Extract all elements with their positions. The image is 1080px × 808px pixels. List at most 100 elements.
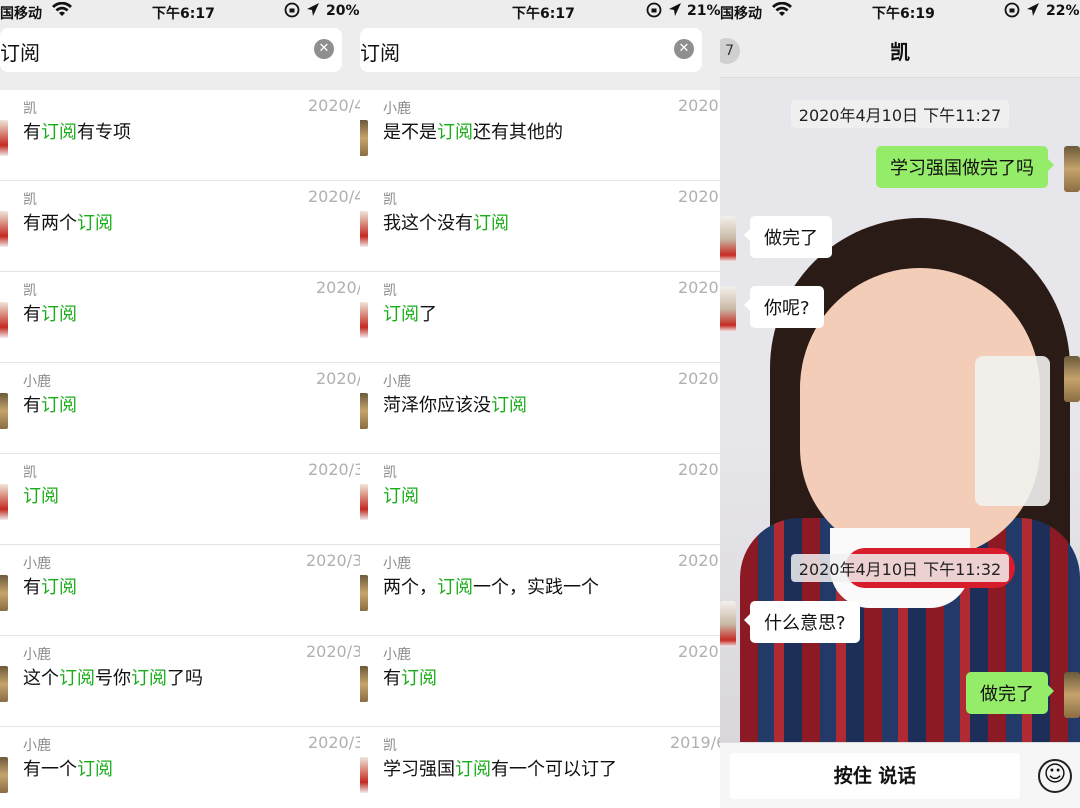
result-row[interactable]: 小鹿 2020 两个，订阅一个，实践一个 — [360, 545, 720, 636]
result-date: 2020 — [678, 460, 719, 479]
result-sender: 小鹿 — [383, 374, 411, 390]
contact-avatar — [360, 302, 368, 338]
chat-panel: 国移动 下午6:19 22% 7 凯 2020年4月10日 下午11:27 学习… — [720, 0, 1080, 808]
clock: 下午6:17 — [512, 6, 575, 22]
clear-search-icon[interactable]: ✕ — [674, 39, 694, 59]
contact-avatar[interactable] — [720, 216, 736, 262]
message-timestamp: 2020年4月10日 下午11:32 — [720, 554, 1080, 582]
result-message: 两个，订阅一个，实践一个 — [383, 577, 599, 598]
message-timestamp: 2020年4月10日 下午11:27 — [720, 100, 1080, 128]
result-message: 有两个订阅 — [23, 213, 113, 234]
result-date: 2020 — [678, 369, 719, 388]
carrier-label: 国移动 — [0, 6, 42, 22]
contact-avatar — [0, 393, 8, 429]
result-sender: 小鹿 — [383, 647, 411, 663]
clock: 下午6:19 — [872, 6, 935, 22]
message-bubble-incoming[interactable]: 什么意思? — [744, 601, 860, 643]
result-sender: 凯 — [383, 465, 397, 481]
result-sender: 凯 — [23, 283, 37, 299]
result-sender: 小鹿 — [383, 556, 411, 572]
search-input[interactable]: 订阅 — [360, 37, 400, 66]
result-row[interactable]: 凯 2020/4 有两个订阅 — [0, 181, 360, 272]
message-bubble-incoming[interactable]: 你呢? — [744, 286, 824, 328]
battery-percent: 22% — [1046, 3, 1080, 19]
smiley-face-icon[interactable]: ☺ — [1038, 759, 1072, 793]
my-avatar[interactable] — [1064, 672, 1080, 718]
chat-header: 7 凯 — [720, 24, 1080, 78]
result-list: 凯 2020/4 有订阅有专项 凯 2020/4 有两个订阅 凯 2020/ 有… — [0, 90, 360, 808]
contact-avatar — [360, 575, 368, 611]
result-row[interactable]: 小鹿 2020/3 有一个订阅 — [0, 727, 360, 808]
location-arrow-icon — [306, 2, 320, 22]
result-row[interactable]: 凯 2020/4 有订阅有专项 — [0, 90, 360, 181]
result-row[interactable]: 小鹿 2020 菏泽你应该没订阅 — [360, 363, 720, 454]
contact-avatar — [360, 757, 368, 793]
result-message: 有订阅 — [23, 577, 77, 598]
contact-avatar[interactable] — [720, 601, 736, 647]
result-row[interactable]: 凯 2019/6 学习强国订阅有一个可以订了 — [360, 727, 720, 808]
result-row[interactable]: 小鹿 2020 有订阅 — [360, 636, 720, 727]
my-avatar[interactable] — [1064, 146, 1080, 192]
result-date: 2020/4 — [308, 96, 360, 115]
result-message: 这个订阅号你订阅了吗 — [23, 668, 203, 689]
result-row[interactable]: 小鹿 2020 是不是订阅还有其他的 — [360, 90, 720, 181]
result-row[interactable]: 凯 2020 我这个没有订阅 — [360, 181, 720, 272]
result-sender: 小鹿 — [23, 374, 51, 390]
search-results-panel-2: 下午6:17 21% 订阅 ✕ 小鹿 2020 是不是订阅还有其他的 凯 202… — [360, 0, 720, 808]
result-date: 2020/ — [316, 369, 360, 388]
search-bar[interactable]: 订阅 ✕ — [0, 28, 342, 72]
chat-input-bar: 按住 说话 ☺ — [720, 742, 1080, 808]
my-avatar[interactable] — [1064, 356, 1080, 402]
clock: 下午6:17 — [152, 6, 215, 22]
result-row[interactable]: 小鹿 2020/3 这个订阅号你订阅了吗 — [0, 636, 360, 727]
result-date: 2020/3 — [306, 551, 360, 570]
result-date: 2020/3 — [308, 733, 360, 752]
result-sender: 小鹿 — [383, 101, 411, 117]
result-row[interactable]: 小鹿 2020/ 有订阅 — [0, 363, 360, 454]
result-sender: 凯 — [23, 192, 37, 208]
contact-avatar[interactable] — [720, 286, 736, 332]
contact-avatar — [360, 666, 368, 702]
result-row[interactable]: 凯 2020/3 订阅 — [0, 454, 360, 545]
chat-background-photo: 2020年4月10日 下午11:27 学习强国做完了吗 做完了 你呢? 2020… — [720, 78, 1080, 742]
location-arrow-icon — [668, 2, 682, 22]
message-bubble-outgoing[interactable]: 做完了 — [966, 672, 1054, 714]
result-message: 订阅 — [23, 486, 59, 507]
result-row[interactable]: 凯 2020/ 有订阅 — [0, 272, 360, 363]
search-input[interactable]: 订阅 — [0, 37, 40, 66]
result-date: 2020 — [678, 551, 719, 570]
result-date: 2020 — [678, 187, 719, 206]
contact-avatar — [0, 575, 8, 611]
result-message: 有订阅 — [23, 304, 77, 325]
result-date: 2020/4 — [308, 187, 360, 206]
result-row[interactable]: 凯 2020 订阅了 — [360, 272, 720, 363]
result-row[interactable]: 小鹿 2020/3 有订阅 — [0, 545, 360, 636]
search-bar[interactable]: 订阅 ✕ — [360, 28, 702, 72]
hold-to-talk-button[interactable]: 按住 说话 — [730, 753, 1020, 799]
result-sender: 凯 — [383, 738, 397, 754]
result-sender: 凯 — [23, 465, 37, 481]
result-date: 2020/ — [316, 278, 360, 297]
rotation-lock-icon — [1004, 2, 1020, 22]
result-date: 2020/3 — [308, 460, 360, 479]
battery-percent: 20% — [326, 3, 360, 19]
message-bubble-incoming[interactable]: 做完了 — [744, 216, 832, 258]
contact-avatar — [0, 120, 8, 156]
result-row[interactable]: 凯 2020 订阅 — [360, 454, 720, 545]
result-sender: 小鹿 — [23, 738, 51, 754]
status-bar: 国移动 下午6:17 20% — [0, 0, 360, 24]
rotation-lock-icon — [284, 2, 300, 22]
rotation-lock-icon — [646, 2, 662, 22]
result-sender: 凯 — [23, 101, 37, 117]
battery-percent: 21% — [687, 3, 720, 19]
clear-search-icon[interactable]: ✕ — [314, 39, 334, 59]
result-message: 有订阅有专项 — [23, 122, 131, 143]
contact-avatar — [360, 484, 368, 520]
contact-avatar — [360, 211, 368, 247]
message-bubble-outgoing[interactable]: 学习强国做完了吗 — [876, 146, 1054, 188]
chat-title: 凯 — [890, 40, 910, 64]
result-date: 2019/6 — [670, 733, 720, 752]
result-sender: 凯 — [383, 192, 397, 208]
contact-avatar — [0, 757, 8, 793]
search-results-panel-1: 国移动 下午6:17 20% 订阅 ✕ 凯 2020/4 有订阅有专项 凯 20… — [0, 0, 360, 808]
